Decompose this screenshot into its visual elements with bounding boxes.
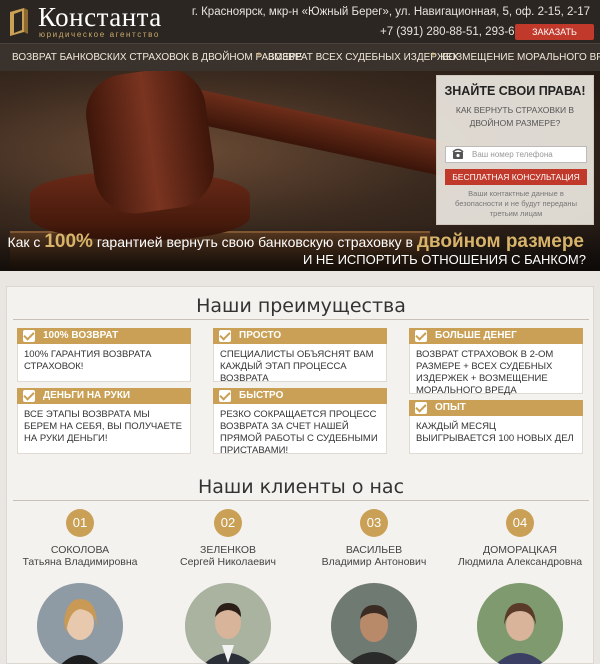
client-number: 03 [360, 509, 388, 537]
divider [13, 319, 589, 320]
privacy-note: Ваши контактные данные в безопасности и … [455, 189, 577, 218]
order-call-button[interactable]: ЗАКАЗАТЬ ЗВОНОК [515, 24, 594, 53]
client-photo [477, 583, 563, 664]
check-icon [23, 330, 35, 342]
client-name: Владимир Антонович [321, 556, 427, 568]
address: г. Красноярск, мкр-н «Южный Берег», ул. … [191, 6, 590, 18]
nav-separator: + [256, 50, 262, 61]
logo[interactable]: Константа юридическое агентство [8, 2, 203, 40]
hero-percent: 100% [44, 231, 93, 252]
top-nav: ВОЗВРАТ БАНКОВСКИХ СТРАХОВОК В ДВОЙНОМ Р… [0, 43, 600, 71]
nav-separator: + [430, 50, 436, 61]
client-card[interactable]: 01 СОКОЛОВА Татьяна Владимировна [15, 509, 145, 664]
client-card[interactable]: 03 ВАСИЛЬЕВ Владимир Антонович [309, 509, 439, 664]
form-question: КАК ВЕРНУТЬ СТРАХОВКИ В ДВОЙНОМ РАЗМЕРЕ? [455, 105, 575, 128]
phone-icon [452, 148, 464, 159]
phone-number[interactable]: +7 (391) 280-88-51, 293-67-20 [380, 26, 538, 38]
client-photo [331, 583, 417, 664]
logo-icon [10, 8, 28, 36]
client-name: Сергей Николаевич [180, 556, 276, 568]
advantages-title: Наши преимущества [196, 295, 406, 317]
check-icon [415, 402, 427, 414]
advantage-card: БОЛЬШЕ ДЕНЕГ ВОЗВРАТ СТРАХОВОК В 2-ОМ РА… [409, 328, 583, 396]
client-number: 04 [506, 509, 534, 537]
consultation-form: ЗНАЙТЕ СВОИ ПРАВА! КАК ВЕРНУТЬ СТРАХОВКИ… [436, 75, 594, 225]
logo-subtitle: юридическое агентство [39, 30, 160, 39]
person-icon [185, 583, 271, 664]
person-icon [331, 583, 417, 664]
client-number: 02 [214, 509, 242, 537]
logo-title: Константа [38, 2, 162, 32]
client-card[interactable]: 04 ДОМОРАЦКАЯ Людмила Александровна [455, 509, 585, 664]
hero-highlight: двойном размере [416, 231, 584, 252]
advantage-card: БЫСТРО РЕЗКО СОКРАЩАЕТСЯ ПРОЦЕСС ВОЗВРАТ… [213, 388, 387, 456]
client-surname: ВАСИЛЬЕВ [345, 544, 403, 556]
free-consultation-button[interactable]: БЕСПЛАТНАЯ КОНСУЛЬТАЦИЯ [445, 169, 587, 185]
hero-banner: Как с 100% гарантией вернуть свою банков… [0, 71, 600, 271]
divider [13, 500, 589, 501]
person-icon [477, 583, 563, 664]
phone-input[interactable]: Ваш номер телефона [445, 146, 587, 163]
client-surname: ДОМОРАЦКАЯ [483, 544, 557, 556]
check-icon [415, 330, 427, 342]
check-icon [23, 390, 35, 402]
client-photo [185, 583, 271, 664]
clients-title: Наши клиенты о нас [197, 476, 405, 498]
advantage-card: ПРОСТО СПЕЦИАЛИСТЫ ОБЪЯСНЯТ ВАМ КАЖДЫЙ Э… [213, 328, 387, 384]
client-number: 01 [66, 509, 94, 537]
gavel-head-image [80, 71, 220, 219]
client-name: Людмила Александровна [457, 556, 583, 568]
client-card[interactable]: 02 ЗЕЛЕНКОВ Сергей Николаевич [163, 509, 293, 664]
check-icon [219, 390, 231, 402]
client-surname: ЗЕЛЕНКОВ [200, 544, 256, 556]
hero-subheadline: И НЕ ИСПОРТИТЬ ОТНОШЕНИЯ С БАНКОМ? [302, 252, 586, 267]
check-icon [219, 330, 231, 342]
main-panel: Наши преимущества 100% ВОЗВРАТ 100% ГАРА… [6, 286, 594, 664]
hero-headline: Как с 100% гарантией вернуть свою банков… [7, 231, 584, 252]
client-photo [37, 583, 123, 664]
client-name: Татьяна Владимировна [22, 556, 138, 568]
client-surname: СОКОЛОВА [50, 544, 110, 556]
form-title: ЗНАЙТЕ СВОИ ПРАВА! [444, 84, 586, 98]
nav-item-moral-damage[interactable]: ВОЗМЕЩЕНИЕ МОРАЛЬНОГО ВРЕДА [442, 52, 600, 63]
advantage-card: ДЕНЬГИ НА РУКИ ВСЕ ЭТАПЫ ВОЗВРАТА МЫ БЕР… [17, 388, 191, 454]
person-icon [37, 583, 123, 664]
advantage-card: 100% ВОЗВРАТ 100% ГАРАНТИЯ ВОЗВРАТА СТРА… [17, 328, 191, 382]
advantage-card: ОПЫТ КАЖДЫЙ МЕСЯЦ ВЫИГРЫВАЕТСЯ 100 НОВЫХ… [409, 400, 583, 454]
site-header: Константа юридическое агентство г. Красн… [0, 0, 600, 53]
